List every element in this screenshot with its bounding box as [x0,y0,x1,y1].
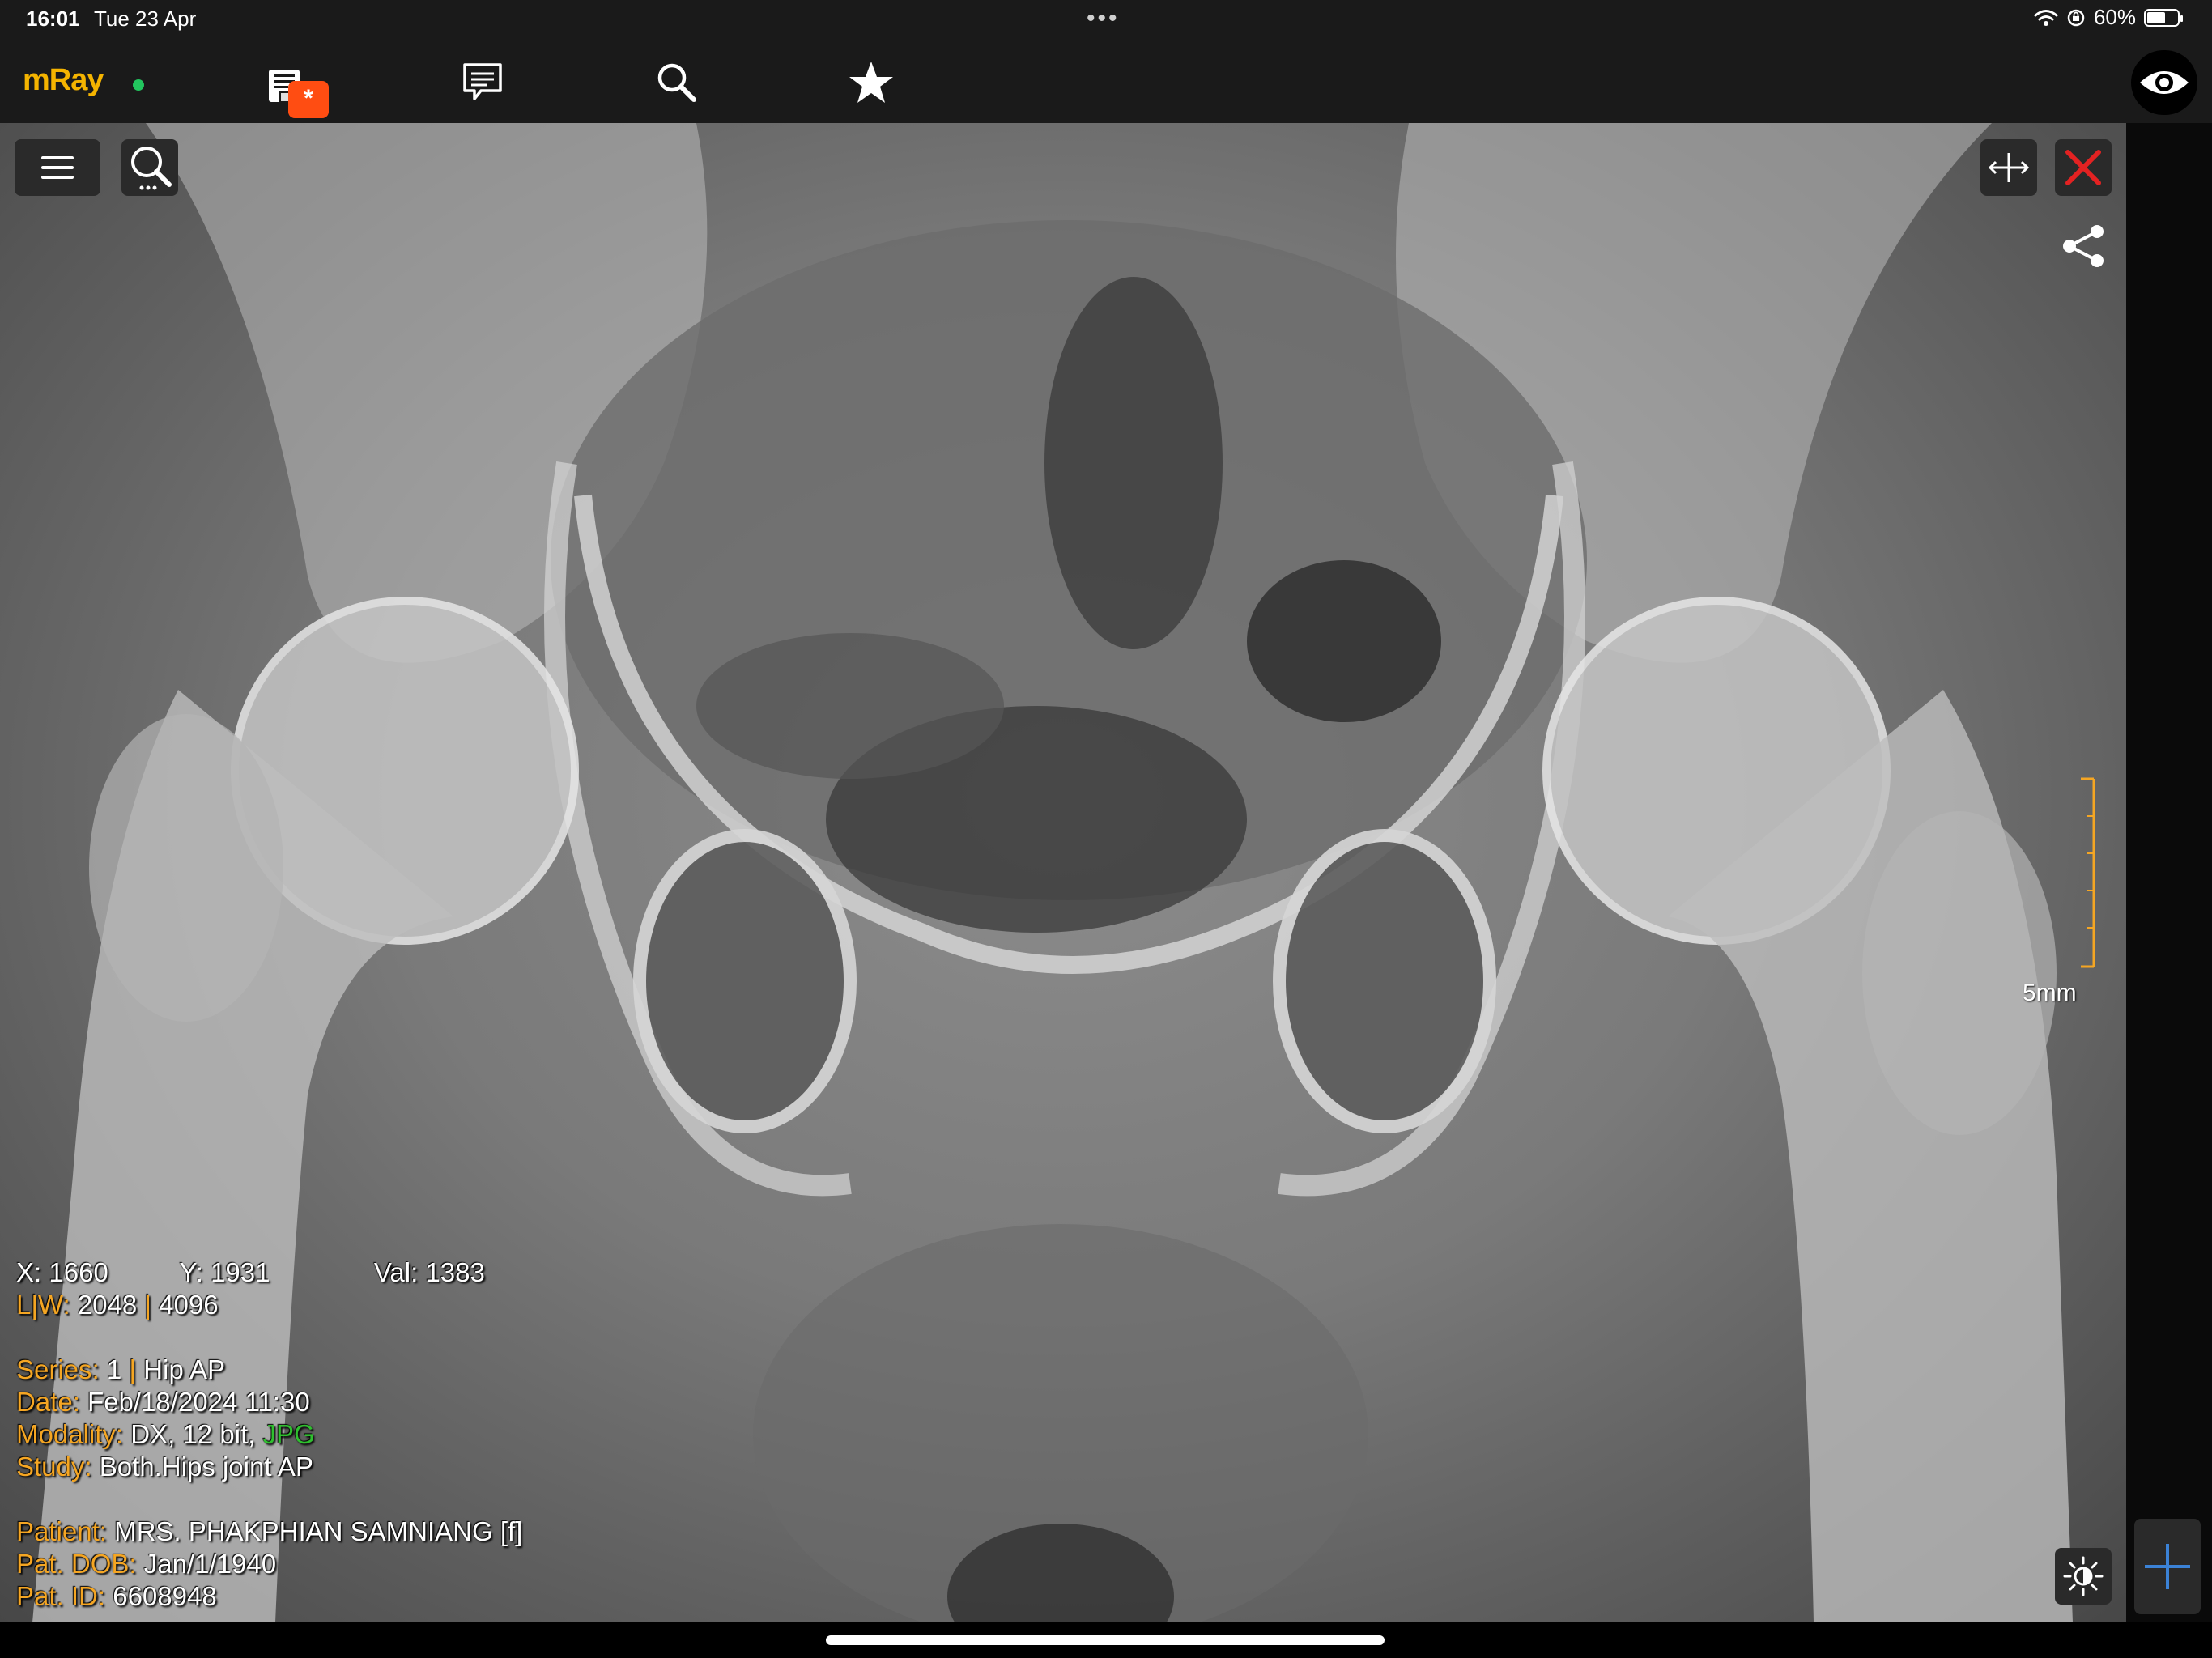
orientation-lock-icon [2067,9,2085,26]
level-value: 2048 [77,1290,138,1320]
right-side-strip [2126,123,2212,1622]
dob-label: Pat. DOB: [16,1549,137,1579]
modality-format: JPG [262,1419,315,1449]
separator: | [129,1354,144,1384]
chat-icon [463,63,502,100]
patient-id-label: Pat. ID: [16,1581,106,1611]
home-indicator[interactable] [826,1635,1385,1645]
crosshair-tool-button[interactable] [2134,1519,2201,1614]
modality-label: Modality: [16,1419,124,1449]
crosshair-icon [2145,1544,2190,1589]
study-info: Study: Both.Hips joint AP [16,1451,313,1483]
scale-label: 5mm [2023,980,2077,1006]
dob-info: Pat. DOB: Jan/1/1940 [16,1548,276,1580]
search-icon [657,63,696,102]
cursor-info: X: 1660 Y: 1931 Val: 1383 [16,1256,485,1289]
new-studies-badge[interactable]: * [288,81,329,118]
x-value: 1660 [49,1257,108,1287]
battery-fill [2147,11,2165,23]
close-viewer-button[interactable] [2055,139,2112,196]
search-button[interactable] [644,50,709,115]
xray-image[interactable] [0,123,2126,1622]
patient-value: MRS. PHAKPHIAN SAMNIANG [f] [114,1516,523,1546]
fit-width-button[interactable] [1980,139,2037,196]
modality-info: Modality: DX, 12 bit, JPG [16,1418,315,1451]
patient-info: Patient: MRS. PHAKPHIAN SAMNIANG [f] [16,1516,522,1548]
app-toolbar: mRay * [0,39,2212,123]
status-indicators: 60% [2034,5,2183,30]
image-viewport[interactable]: 5mm X: 1660 Y: 1931 Val: 1383 L|W: 2048 … [0,123,2126,1622]
zoom-search-icon [131,147,172,190]
series-label: Series: [16,1354,100,1384]
app-logo: mRay [23,63,104,97]
val-label: Val: [373,1257,419,1287]
multitasking-dots-icon[interactable]: ••• [1087,5,1120,32]
status-time: 16:01 [26,6,80,31]
width-value: 4096 [159,1290,219,1320]
x-label: X: [16,1257,42,1287]
view-mode-button[interactable] [2131,50,2197,115]
brightness-button[interactable] [2055,1548,2112,1605]
separator: | [144,1290,160,1320]
dob-value: Jan/1/1940 [143,1549,277,1579]
study-value: Both.Hips joint AP [99,1452,313,1482]
close-icon [2065,150,2101,185]
menu-icon [41,156,74,179]
fit-width-icon [1988,153,2030,182]
val-value: 1383 [425,1257,485,1287]
battery-percent: 60% [2093,5,2136,29]
chat-button[interactable] [450,50,515,115]
online-status-dot [133,79,144,91]
y-value: 1931 [211,1257,270,1287]
date-value: Feb/18/2024 11:30 [87,1387,310,1417]
wifi-icon [2034,9,2058,26]
share-button[interactable] [2058,220,2110,272]
zoom-search-button[interactable] [121,139,178,196]
viewer-menu-button[interactable] [15,139,100,196]
scale-bar [2081,777,2095,968]
lw-label: L|W: [16,1290,70,1320]
date-label: Date: [16,1387,80,1417]
status-date: Tue 23 Apr [94,6,197,31]
brightness-icon [2063,1556,2104,1596]
patient-id-value: 6608948 [113,1581,217,1611]
status-bar: 16:01 Tue 23 Apr ••• 60% [0,0,2212,39]
patient-id-info: Pat. ID: 6608948 [16,1580,217,1613]
modality-value: DX, 12 bit, [130,1419,256,1449]
favorites-button[interactable] [839,50,904,115]
y-label: Y: [179,1257,203,1287]
window-level-info: L|W: 2048 | 4096 [16,1289,219,1321]
patient-label: Patient: [16,1516,107,1546]
star-icon [849,62,893,103]
study-label: Study: [16,1452,92,1482]
date-info: Date: Feb/18/2024 11:30 [16,1386,310,1418]
eye-icon [2140,71,2189,94]
series-name: Hip AP [143,1354,226,1384]
series-info: Series: 1 | Hip AP [16,1354,225,1386]
share-icon [2063,225,2104,267]
series-number: 1 [106,1354,122,1384]
battery-icon [2144,8,2183,27]
